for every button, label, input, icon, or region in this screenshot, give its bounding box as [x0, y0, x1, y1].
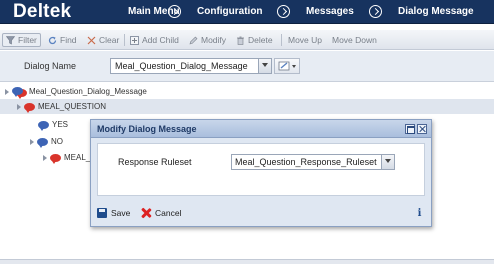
tree-node-yes[interactable]: YES: [38, 118, 68, 131]
clear-icon: [87, 36, 96, 45]
response-ruleset-value: Meal_Question_Response_Ruleset: [235, 157, 377, 167]
modal-footer: Save Cancel i: [91, 204, 431, 226]
edit-tool-icon: [278, 61, 296, 71]
blue-bubble-icon: [37, 137, 48, 148]
chevron-down-icon[interactable]: [258, 59, 271, 73]
dialog-tool-button[interactable]: [274, 58, 300, 74]
toolbar-divider: [124, 34, 125, 46]
chevron-down-icon[interactable]: [381, 155, 394, 169]
nav-arrow-icon: [369, 5, 382, 18]
tree-node-label: Meal_Question_Dialog_Message: [29, 87, 147, 96]
expand-icon[interactable]: [30, 138, 34, 145]
close-icon[interactable]: [417, 124, 427, 134]
trash-icon: [236, 36, 245, 45]
refresh-icon: [48, 36, 57, 45]
nav-arrow-icon: [277, 5, 290, 18]
tree-node-no[interactable]: NO: [30, 135, 63, 148]
dialog-name-select[interactable]: Meal_Question_Dialog_Message: [110, 58, 272, 74]
add-child-icon: [130, 35, 139, 45]
modal-title: Modify Dialog Message: [97, 124, 197, 134]
nav-messages[interactable]: Messages: [306, 6, 354, 17]
maximize-icon[interactable]: [405, 124, 415, 134]
expand-icon[interactable]: [17, 103, 21, 110]
dialog-name-value: Meal_Question_Dialog_Message: [115, 61, 248, 71]
blue-bubble-icon: [38, 120, 49, 131]
red-bubble-icon: [24, 102, 35, 113]
nav-arrow-icon: [168, 5, 181, 18]
dialog-name-bar: Dialog Name Meal_Question_Dialog_Message: [0, 51, 494, 82]
top-nav-bar: Deltek Main Menu Configuration Messages …: [0, 0, 494, 24]
info-icon[interactable]: i: [414, 208, 425, 220]
nav-dialog-message[interactable]: Dialog Message: [398, 6, 474, 17]
modify-dialog: Modify Dialog Message Response Ruleset M…: [90, 119, 432, 227]
filter-icon: [5, 35, 16, 45]
add-child-label: Add Child: [142, 35, 179, 45]
filter-button[interactable]: Filter: [2, 33, 41, 47]
save-icon: [97, 208, 107, 218]
toolbar-divider: [281, 34, 282, 46]
expand-icon[interactable]: [5, 88, 9, 95]
response-ruleset-select[interactable]: Meal_Question_Response_Ruleset: [231, 154, 395, 170]
tree-node-label: MEAL_QUESTION: [38, 102, 107, 111]
tree-node-label: YES: [52, 120, 69, 129]
response-ruleset-label: Response Ruleset: [118, 157, 192, 167]
cancel-icon: [141, 208, 151, 218]
tree-node-label: MEAL_: [64, 153, 91, 162]
modify-label: Modify: [201, 35, 227, 45]
clear-label: Clear: [99, 35, 120, 45]
move-down-label: Move Down: [332, 35, 377, 45]
cancel-label: Cancel: [155, 208, 182, 218]
tree-node-meal-question[interactable]: MEAL_QUESTION: [17, 100, 106, 113]
modal-header: Modify Dialog Message: [91, 120, 431, 138]
modify-button[interactable]: Modify: [189, 33, 226, 47]
red-bubble-icon: [50, 153, 61, 164]
delete-label: Delete: [248, 35, 273, 45]
delete-button[interactable]: Delete: [236, 33, 273, 47]
save-label: Save: [111, 208, 131, 218]
add-child-button[interactable]: Add Child: [130, 33, 179, 47]
move-down-button[interactable]: Move Down: [332, 33, 377, 47]
tree-node-meal-child[interactable]: MEAL_: [43, 151, 90, 164]
message-bubbles-icon: [12, 86, 27, 99]
dialog-name-label: Dialog Name: [24, 61, 77, 71]
nav-configuration[interactable]: Configuration: [197, 6, 263, 17]
expand-icon[interactable]: [43, 154, 47, 161]
pencil-icon: [189, 36, 198, 45]
move-up-label: Move Up: [288, 35, 323, 45]
tree-node-label: NO: [51, 137, 63, 146]
bottom-border: [0, 259, 494, 264]
clear-button[interactable]: Clear: [87, 33, 119, 47]
move-up-button[interactable]: Move Up: [288, 33, 322, 47]
cancel-button[interactable]: Cancel: [141, 208, 181, 218]
modal-body: Response Ruleset Meal_Question_Response_…: [97, 143, 425, 196]
save-button[interactable]: Save: [97, 208, 130, 218]
find-label: Find: [60, 35, 77, 45]
filter-label: Filter: [18, 35, 37, 45]
tree-node-root[interactable]: Meal_Question_Dialog_Message: [5, 85, 147, 99]
find-button[interactable]: Find: [48, 33, 77, 47]
toolbar: Filter Find Clear Add Child Modify Delet…: [0, 30, 494, 50]
deltek-logo: Deltek: [13, 1, 72, 22]
